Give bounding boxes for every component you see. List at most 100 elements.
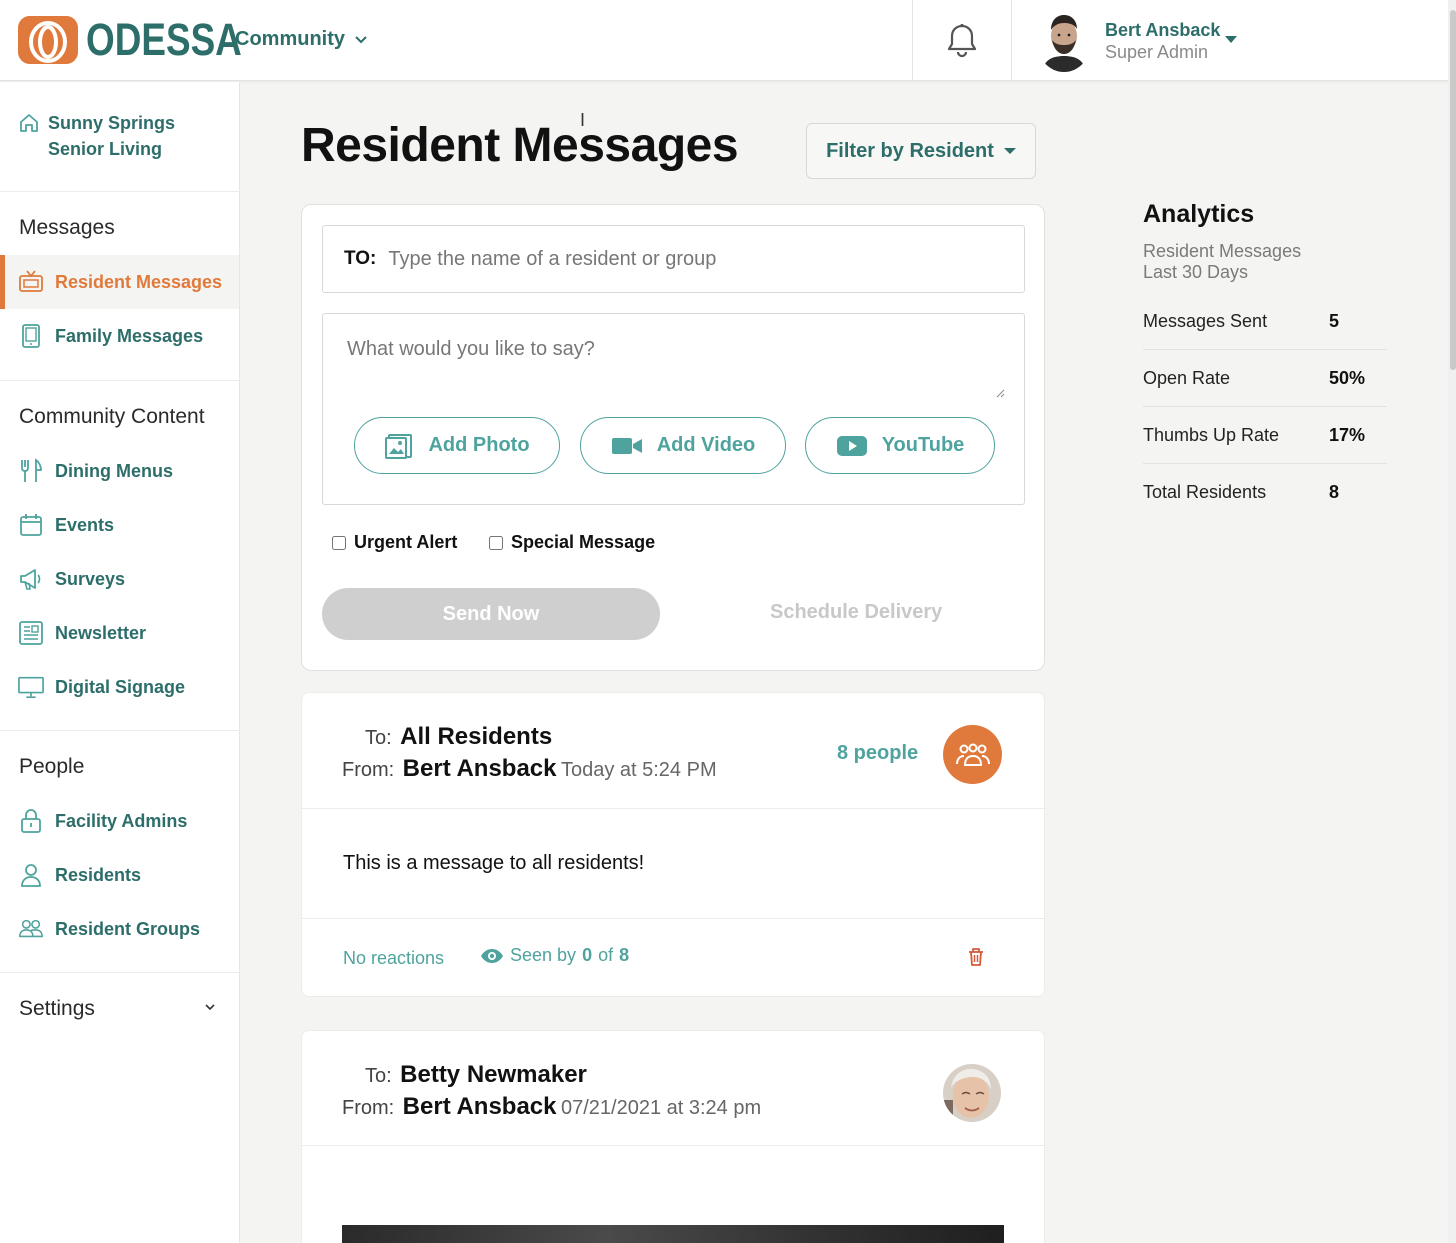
- seen-total: 8: [619, 945, 630, 965]
- sidebar-item-events[interactable]: Events: [0, 498, 239, 552]
- group-icon: [955, 743, 990, 766]
- seen-count: 0: [582, 945, 593, 965]
- logo-text: ODESSA: [86, 14, 242, 65]
- recipient-input[interactable]: [388, 247, 989, 271]
- sent-time: Today at 5:24 PM: [560, 759, 717, 781]
- resize-grip-icon[interactable]: [995, 388, 1005, 398]
- newsletter-icon: [18, 620, 44, 646]
- sidebar-divider: [0, 191, 240, 192]
- scrollbar-thumb[interactable]: [1450, 10, 1456, 370]
- text-cursor-icon: I: [580, 110, 586, 130]
- tablet-icon: [18, 323, 44, 349]
- analytics-title: Analytics: [1143, 200, 1255, 228]
- bell-icon: [947, 23, 977, 57]
- seen-prefix: Seen by: [510, 945, 577, 965]
- analytics-row: Open Rate 50%: [1143, 350, 1387, 407]
- urgent-alert-checkbox[interactable]: [332, 535, 346, 550]
- group-avatar: [943, 725, 1002, 784]
- notifications-button[interactable]: [912, 0, 1012, 81]
- sidebar: Sunny Springs Senior Living Messages Res…: [0, 82, 240, 1243]
- sidebar-item-family-messages[interactable]: Family Messages: [0, 309, 239, 363]
- sidebar-item-label: Resident Groups: [55, 918, 201, 939]
- analytics-rows: Messages Sent 5 Open Rate 50% Thumbs Up …: [1143, 293, 1387, 521]
- sidebar-divider: [0, 972, 240, 973]
- analytics-value: 50%: [1329, 368, 1366, 388]
- facility-name: Sunny Springs Senior Living: [48, 113, 176, 159]
- analytics-label: Open Rate: [1143, 368, 1231, 388]
- analytics-value: 8: [1329, 482, 1340, 502]
- sidebar-item-residents[interactable]: Residents: [0, 848, 239, 902]
- sidebar-item-label: Digital Signage: [55, 676, 186, 697]
- filter-label: Filter by Resident: [826, 139, 994, 162]
- sidebar-item-label: Dining Menus: [55, 460, 173, 481]
- youtube-icon: [836, 435, 867, 456]
- recipient-field[interactable]: TO:: [322, 225, 1025, 293]
- special-message-option[interactable]: Special Message: [489, 532, 655, 553]
- chevron-down-icon: [355, 35, 367, 43]
- sidebar-item-label: Events: [55, 514, 115, 535]
- page-title: Resident Messages: [301, 119, 739, 172]
- sidebar-item-dining-menus[interactable]: Dining Menus: [0, 444, 239, 498]
- special-message-checkbox[interactable]: [489, 535, 503, 550]
- message-body: This is a message to all residents!: [343, 852, 645, 874]
- person-icon: [18, 862, 44, 888]
- user-menu[interactable]: Bert Ansback Super Admin: [1036, 8, 1237, 72]
- sidebar-item-surveys[interactable]: Surveys: [0, 552, 239, 606]
- sidebar-item-label: Family Messages: [55, 325, 204, 346]
- urgent-alert-option[interactable]: Urgent Alert: [332, 532, 457, 553]
- message-card: To: All Residents From: Bert Ansback Tod…: [301, 692, 1046, 998]
- caret-down-icon: [1003, 148, 1016, 154]
- eye-icon: [481, 948, 503, 963]
- urgent-alert-label: Urgent Alert: [354, 532, 458, 552]
- message-card-footer: No reactions Seen by 0 of 8: [302, 918, 1046, 998]
- add-video-button[interactable]: Add Video: [580, 417, 786, 474]
- reactions-link[interactable]: No reactions: [343, 948, 444, 969]
- send-now-button[interactable]: Send Now: [322, 588, 660, 640]
- analytics-row: Total Residents 8: [1143, 464, 1387, 521]
- message-textarea[interactable]: [347, 338, 997, 394]
- add-photo-button[interactable]: Add Photo: [354, 417, 560, 474]
- recipient-name: All Residents: [400, 723, 553, 750]
- analytics-subtitle-line1: Resident Messages: [1143, 241, 1302, 261]
- sender-name: Bert Ansback: [402, 1093, 557, 1120]
- analytics-label: Total Residents: [1143, 482, 1267, 502]
- filter-by-resident-button[interactable]: Filter by Resident: [806, 123, 1036, 179]
- video-camera-icon: [611, 437, 642, 454]
- facility-link[interactable]: Sunny Springs Senior Living: [18, 110, 233, 162]
- youtube-button[interactable]: YouTube: [805, 417, 995, 474]
- sidebar-item-facility-admins[interactable]: Facility Admins: [0, 794, 239, 848]
- video-thumbnail[interactable]: [342, 1225, 1004, 1243]
- user-name: Bert Ansback: [1105, 20, 1221, 40]
- analytics-subtitle-line2: Last 30 Days: [1143, 262, 1249, 282]
- analytics-subtitle: Resident Messages Last 30 Days: [1143, 241, 1387, 283]
- from-label: From:: [342, 759, 395, 781]
- lock-icon: [18, 808, 44, 834]
- analytics-row: Thumbs Up Rate 17%: [1143, 407, 1387, 464]
- chevron-down-icon[interactable]: [205, 1004, 215, 1011]
- analytics-label: Thumbs Up Rate: [1143, 425, 1280, 445]
- trash-icon[interactable]: [967, 947, 985, 967]
- monitor-icon: [18, 674, 44, 700]
- utensils-icon: [18, 458, 44, 484]
- sidebar-item-resident-groups[interactable]: Resident Groups: [0, 902, 239, 956]
- message-card: To: Betty Newmaker From: Bert Ansback 07…: [301, 1030, 1046, 1243]
- caret-down-icon: [1225, 36, 1237, 43]
- sender-name: Bert Ansback: [402, 755, 557, 782]
- seen-by-link[interactable]: Seen by 0 of 8: [480, 945, 629, 966]
- sidebar-item-digital-signage[interactable]: Digital Signage: [0, 660, 239, 714]
- sidebar-item-resident-messages[interactable]: Resident Messages: [0, 255, 239, 309]
- schedule-delivery-button[interactable]: Schedule Delivery: [770, 601, 942, 624]
- user-role: Super Admin: [1105, 42, 1209, 62]
- sidebar-item-newsletter[interactable]: Newsletter: [0, 606, 239, 660]
- analytics-value: 5: [1329, 311, 1340, 331]
- analytics-label: Messages Sent: [1143, 311, 1268, 331]
- message-card-header: To: All Residents From: Bert Ansback Tod…: [302, 693, 1046, 809]
- recipient-name: Betty Newmaker: [400, 1061, 587, 1088]
- sidebar-item-label: Residents: [55, 864, 142, 885]
- page-scrollbar[interactable]: [1448, 0, 1456, 1243]
- community-dropdown[interactable]: Community: [235, 28, 367, 51]
- people-count-link[interactable]: 8 people: [837, 742, 918, 765]
- settings-toggle[interactable]: Settings: [19, 997, 95, 1021]
- calendar-icon: [18, 512, 44, 538]
- section-community-content: Community Content: [19, 405, 205, 428]
